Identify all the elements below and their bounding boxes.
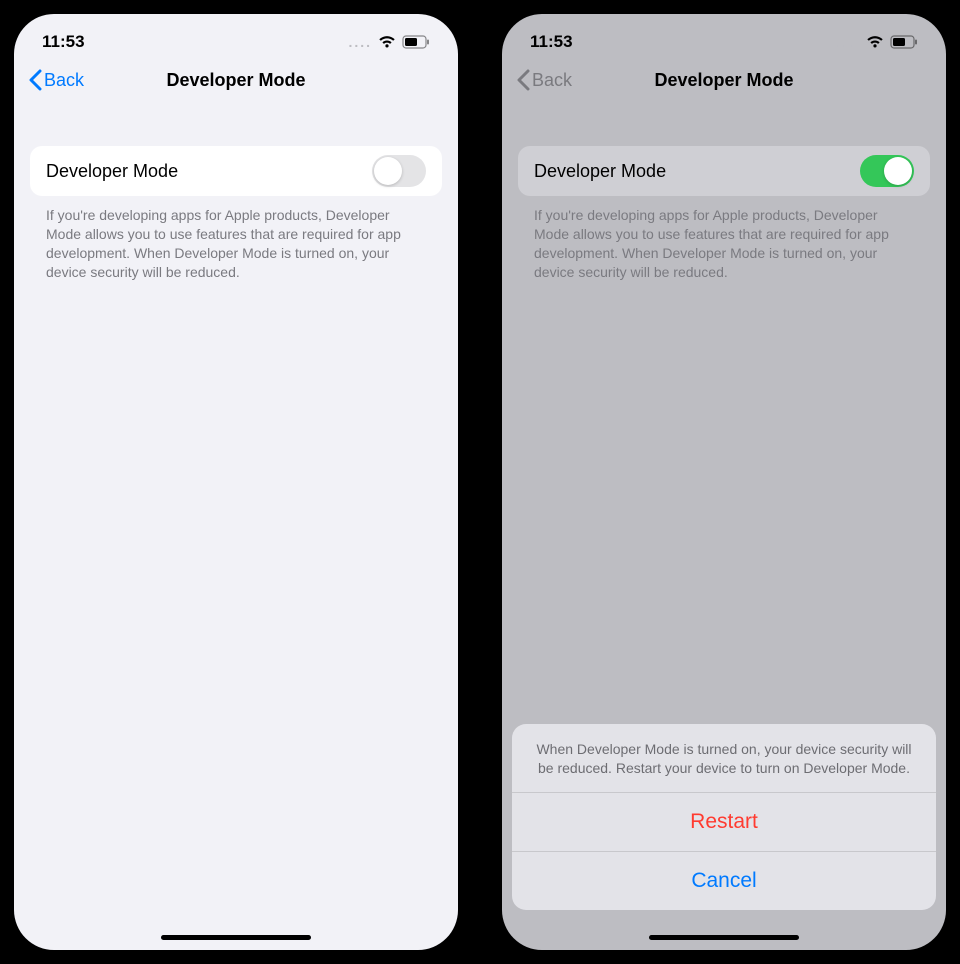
restart-button[interactable]: Restart [512, 793, 936, 851]
wifi-icon [378, 35, 396, 49]
status-time: 11:53 [42, 32, 85, 52]
content: Developer Mode If you're developing apps… [502, 102, 946, 282]
footer-description: If you're developing apps for Apple prod… [534, 206, 914, 282]
developer-mode-row: Developer Mode [30, 146, 442, 196]
status-right: .... [836, 34, 918, 50]
back-button[interactable]: Back [22, 69, 84, 91]
nav-header: Back Developer Mode [502, 58, 946, 102]
home-indicator[interactable] [649, 935, 799, 940]
status-right: .... [348, 34, 430, 50]
wifi-icon [866, 35, 884, 49]
cellular-icon: .... [348, 34, 372, 50]
home-indicator[interactable] [161, 935, 311, 940]
phone-screen-left: 11:53 .... Back Developer Mode Developer… [14, 14, 458, 950]
chevron-left-icon [28, 69, 42, 91]
developer-mode-toggle[interactable] [860, 155, 914, 187]
footer-description: If you're developing apps for Apple prod… [46, 206, 426, 282]
phone-screen-right: 11:53 .... Back Developer Mode Developer… [502, 14, 946, 950]
toggle-knob [884, 157, 912, 185]
battery-icon [402, 35, 430, 49]
back-button[interactable]: Back [510, 69, 572, 91]
developer-mode-row: Developer Mode [518, 146, 930, 196]
cellular-icon: .... [836, 34, 860, 50]
status-bar: 11:53 .... [502, 14, 946, 58]
status-bar: 11:53 .... [14, 14, 458, 58]
chevron-left-icon [516, 69, 530, 91]
content: Developer Mode If you're developing apps… [14, 102, 458, 282]
nav-header: Back Developer Mode [14, 58, 458, 102]
cancel-button[interactable]: Cancel [512, 852, 936, 910]
developer-mode-label: Developer Mode [534, 161, 666, 182]
developer-mode-label: Developer Mode [46, 161, 178, 182]
action-sheet: When Developer Mode is turned on, your d… [512, 724, 936, 910]
battery-icon [890, 35, 918, 49]
back-label: Back [532, 70, 572, 91]
developer-mode-toggle[interactable] [372, 155, 426, 187]
status-time: 11:53 [530, 32, 573, 52]
back-label: Back [44, 70, 84, 91]
action-sheet-message: When Developer Mode is turned on, your d… [512, 724, 936, 792]
toggle-knob [374, 157, 402, 185]
